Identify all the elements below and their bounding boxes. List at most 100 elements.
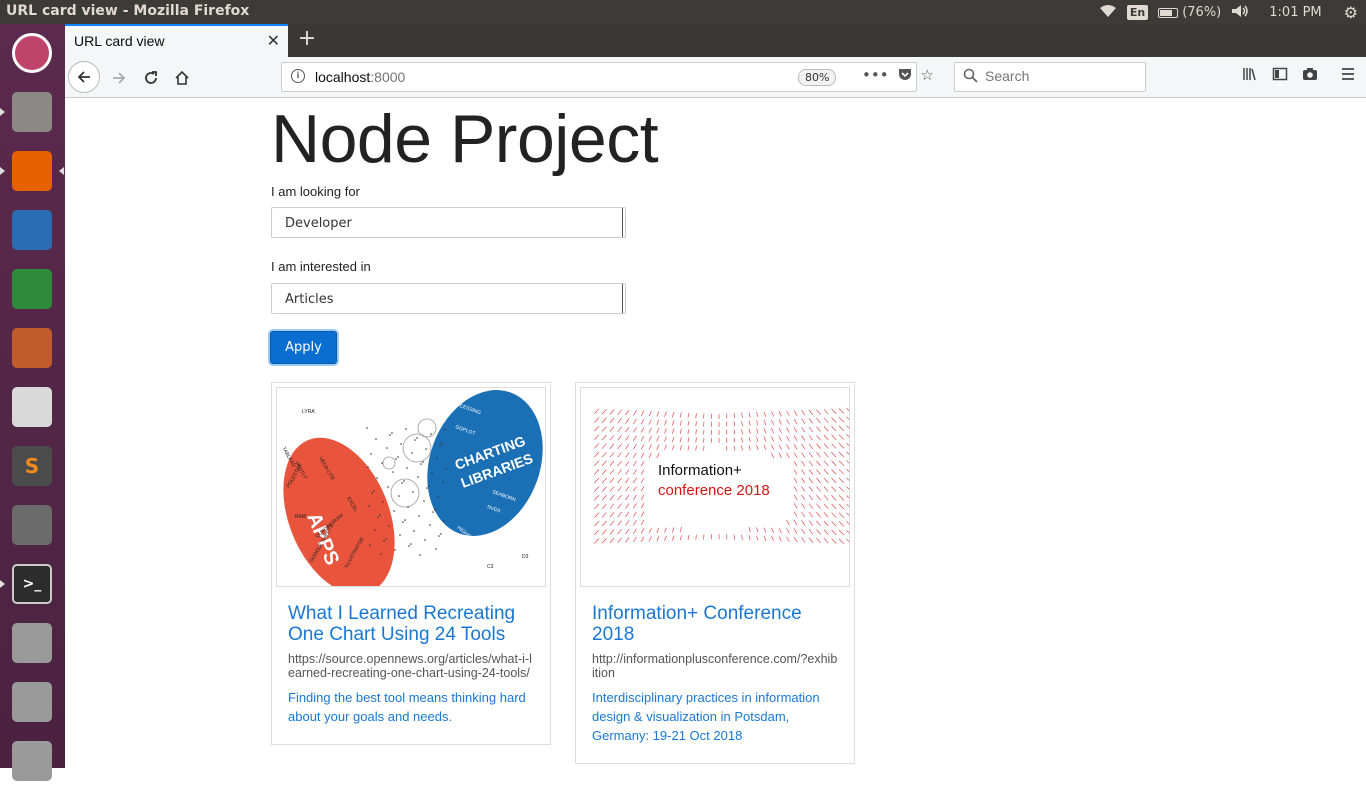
terminal-icon[interactable]: >_	[7, 559, 57, 609]
pattern-line	[839, 487, 844, 492]
conference-title-line2: conference 2018	[658, 482, 770, 499]
pattern-line	[657, 411, 659, 416]
sublime-text-icon[interactable]: S	[7, 441, 57, 491]
pattern-line	[839, 530, 844, 535]
system-tray: En (76%) 1:01 PM ⚙	[1099, 3, 1358, 22]
pattern-line	[688, 445, 689, 450]
site-info-icon[interactable]: i	[291, 69, 305, 83]
pattern-line	[764, 536, 766, 541]
sidebar-icon[interactable]	[1272, 66, 1288, 86]
card-title-link[interactable]: What I Learned Recreating One Chart Usin…	[288, 603, 534, 645]
library-icon[interactable]	[1242, 66, 1258, 86]
screenshot-camera-icon[interactable]	[1302, 66, 1318, 86]
calc-icon[interactable]	[7, 264, 57, 314]
page-actions-menu-icon[interactable]: •••	[862, 66, 889, 86]
pattern-line	[618, 521, 622, 526]
pattern-line	[772, 445, 774, 450]
system-settings-icon[interactable]	[7, 500, 57, 550]
pattern-line	[749, 421, 750, 426]
document-viewer-icon[interactable]	[7, 382, 57, 432]
pattern-line	[633, 461, 636, 466]
pattern-line	[847, 408, 851, 413]
pattern-line	[809, 538, 813, 543]
pattern-line	[757, 536, 759, 541]
pattern-line	[618, 487, 622, 492]
pattern-line	[610, 538, 614, 543]
pattern-line	[839, 435, 844, 440]
pattern-line	[672, 536, 674, 541]
ubuntu-dash-icon[interactable]	[7, 28, 57, 78]
close-tab-icon[interactable]: ✕	[267, 31, 280, 50]
files-icon[interactable]	[7, 87, 57, 137]
writer-icon[interactable]	[7, 205, 57, 255]
pattern-line	[779, 411, 782, 416]
pattern-line	[794, 453, 797, 458]
interested-in-select[interactable]: Articles	[271, 283, 626, 314]
dropdown-arrow-icon	[622, 284, 625, 313]
pattern-line	[817, 495, 821, 500]
card-title-link[interactable]: Information+ Conference 2018	[592, 603, 838, 645]
pattern-line	[610, 495, 614, 500]
scatter-dot	[408, 545, 410, 547]
pattern-line	[824, 530, 828, 535]
pattern-line	[809, 418, 813, 423]
scatter-dot	[445, 468, 447, 470]
zoom-level-badge[interactable]: 80%	[798, 69, 836, 86]
apply-button[interactable]: Apply	[270, 331, 337, 364]
scatter-dot	[405, 428, 407, 430]
card-thumbnail[interactable]: APPS CHARTING LIBRARIES LYRAPLOTLYPOLEST…	[276, 387, 546, 587]
pattern-line	[618, 529, 622, 534]
scatter-dot	[432, 511, 434, 513]
pattern-line	[618, 435, 622, 440]
pattern-line	[817, 461, 821, 466]
bookmark-star-icon[interactable]: ☆	[921, 66, 934, 86]
settings-gear-icon[interactable]: ⚙	[1344, 3, 1358, 22]
pattern-line	[794, 470, 797, 475]
pattern-line	[696, 446, 697, 451]
pocket-icon[interactable]	[897, 66, 913, 86]
scatter-dot	[373, 490, 375, 492]
tool-label: LYRA	[302, 409, 315, 415]
drive-icon[interactable]	[7, 618, 57, 668]
pattern-line	[633, 520, 636, 525]
pattern-line	[802, 453, 805, 458]
new-tab-button[interactable]: +	[295, 27, 319, 51]
back-button[interactable]	[68, 61, 100, 93]
pattern-line	[779, 453, 782, 458]
pattern-line	[839, 521, 844, 526]
url-bar[interactable]: i localhost:8000 80% ••• ☆	[281, 62, 917, 92]
volume-icon[interactable]	[1231, 4, 1249, 22]
pattern-line	[809, 427, 813, 432]
impress-icon[interactable]	[7, 323, 57, 373]
battery-indicator[interactable]: (76%)	[1158, 5, 1221, 20]
firefox-icon[interactable]	[7, 146, 57, 196]
pattern-line	[610, 444, 614, 449]
url-text[interactable]: localhost:8000	[315, 69, 405, 85]
reload-button[interactable]	[135, 62, 167, 94]
trash-icon[interactable]	[7, 736, 57, 786]
hamburger-menu-icon[interactable]	[1340, 66, 1356, 86]
forward-arrow-icon	[111, 70, 127, 86]
drive-icon-2[interactable]	[7, 677, 57, 727]
scatter-dot	[376, 477, 378, 479]
pattern-line	[832, 461, 837, 466]
search-bar[interactable]	[954, 62, 1146, 92]
scatter-dot	[436, 457, 438, 459]
pattern-line	[594, 461, 599, 466]
clock[interactable]: 1:01 PM	[1269, 5, 1321, 20]
pattern-line	[602, 478, 606, 483]
looking-for-select[interactable]: Developer	[271, 207, 626, 238]
pattern-line	[665, 445, 667, 450]
home-button[interactable]	[166, 62, 198, 94]
pattern-line	[847, 426, 851, 431]
tab-url-card-view[interactable]: URL card view ✕	[65, 24, 288, 57]
forward-button[interactable]	[103, 62, 135, 94]
keyboard-layout-indicator[interactable]: En	[1127, 5, 1148, 20]
scatter-dot	[429, 524, 431, 526]
pattern-line	[672, 527, 674, 532]
search-input[interactable]	[985, 68, 1135, 84]
card-thumbnail[interactable]: Information+ conference 2018	[580, 387, 850, 587]
pattern-line	[641, 428, 644, 433]
pattern-line	[665, 528, 667, 533]
wifi-icon[interactable]	[1099, 4, 1117, 22]
